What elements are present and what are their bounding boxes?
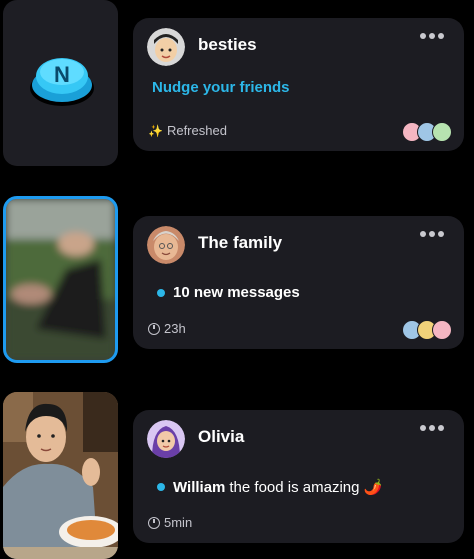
avatar [147,28,185,66]
thread-title: The family [198,233,283,252]
timestamp: 23h [164,321,186,336]
thread-title: besties [198,35,257,54]
message-text: 10 new messages [173,284,300,301]
thread-footer: 5min [148,515,192,530]
footer-text: Refreshed [166,123,227,138]
thread-thumbnail-the-family[interactable] [3,196,118,363]
thread-card-the-family[interactable]: The family 10 new messages 23h [133,216,464,349]
more-horizontal-icon[interactable] [420,33,444,39]
thread-title: Olivia [198,427,245,446]
member-avatars [402,122,452,142]
avatar [147,420,185,458]
svg-text:N: N [54,62,70,87]
nudge-prompt[interactable]: Nudge your friends [152,79,290,96]
thread-card-olivia[interactable]: Olivia William the food is amazing 🌶️ 5m… [133,410,464,543]
sparkles-icon: ✨ [148,123,163,138]
photo [3,392,118,559]
last-message: William the food is amazing 🌶️ [157,478,382,496]
message-text: the food is amazing 🌶️ [229,479,383,496]
last-message: 10 new messages [157,284,300,301]
message-sender: William [173,478,226,496]
thread-card-besties[interactable]: besties Nudge your friends ✨ Refreshed [133,18,464,151]
avatar [432,122,452,142]
unread-dot-icon [157,483,165,491]
nudge-button-icon: N [30,58,94,106]
unread-dot-icon [157,288,165,297]
thread-footer: 23h [148,321,186,336]
blurred-photo [6,199,115,360]
member-avatars [402,320,452,340]
thread-thumbnail-besties[interactable]: N [3,0,118,166]
thread-thumbnail-olivia[interactable] [3,392,118,559]
avatar [147,226,185,264]
thread-footer: ✨ Refreshed [148,123,227,138]
clock-icon [148,516,160,529]
clock-icon [148,322,160,335]
more-horizontal-icon[interactable] [420,425,444,431]
more-horizontal-icon[interactable] [420,231,444,237]
avatar [432,320,452,340]
timestamp: 5min [164,515,193,530]
